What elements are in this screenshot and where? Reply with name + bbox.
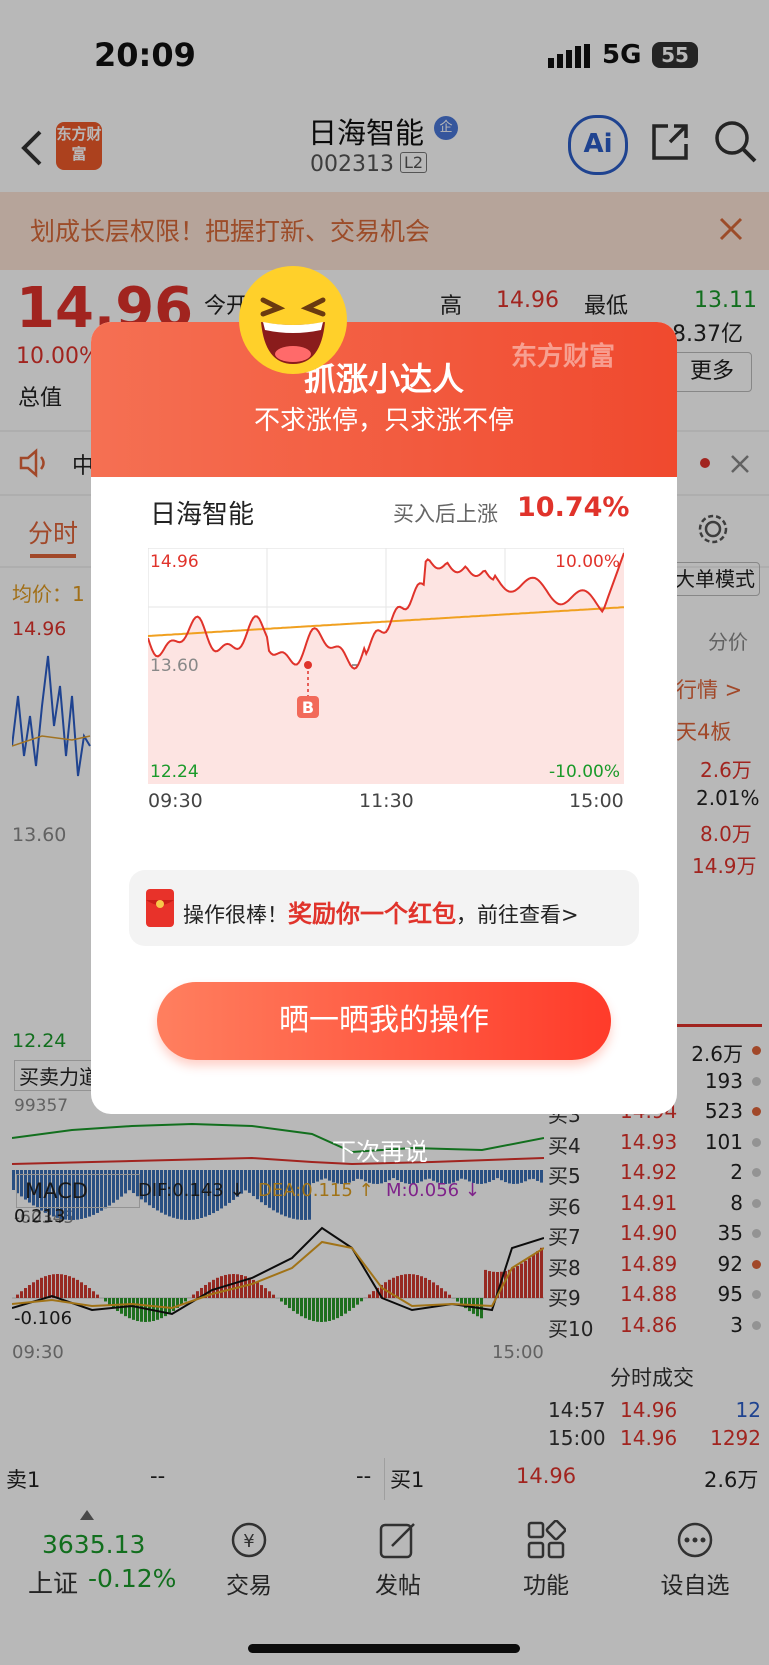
popup-y-bottom: 12.24 <box>150 762 199 782</box>
share-operation-button[interactable]: 晒一晒我的操作 <box>157 982 611 1060</box>
red-envelope-icon <box>146 889 174 927</box>
popup-price-chart: B 14.96 13.60 12.24 10.00% -10.00% <box>148 548 624 784</box>
gain-value: 10.74% <box>517 492 630 523</box>
gain-label: 买入后上涨 <box>393 502 498 526</box>
popup-pct-top: 10.00% <box>555 552 620 572</box>
popup-stock-name: 日海智能 <box>150 500 255 530</box>
popup-pct-bottom: -10.00% <box>549 762 620 782</box>
laughing-emoji-icon <box>239 266 347 374</box>
dismiss-button[interactable]: 下次再说 <box>332 1132 428 1167</box>
reward-highlight: 奖励你一个红包 <box>288 900 456 928</box>
popup-x-label-start: 09:30 <box>148 790 203 812</box>
reward-pill[interactable]: 操作很棒！奖励你一个红包，前往查看> <box>129 870 639 946</box>
buy-marker-text: B <box>302 698 314 717</box>
popup-y-mid: 13.60 <box>150 656 199 676</box>
popup-subtitle: 不求涨停，只求涨不停 <box>253 406 514 436</box>
popup-x-label-mid: 11:30 <box>359 790 414 812</box>
achievement-popup: 东方财富 抓涨小达人 不求涨停，只求涨不停 日海智能 买入后上涨 10.74% … <box>91 322 677 1114</box>
popup-x-label-end: 15:00 <box>569 790 624 812</box>
popup-y-top: 14.96 <box>150 552 199 572</box>
popup-header: 东方财富 抓涨小达人 不求涨停，只求涨不停 <box>91 322 677 477</box>
reward-suffix: ，前往查看> <box>456 903 579 927</box>
reward-prefix: 操作很棒！ <box>183 903 288 927</box>
popup-title: 抓涨小达人 <box>303 360 464 398</box>
